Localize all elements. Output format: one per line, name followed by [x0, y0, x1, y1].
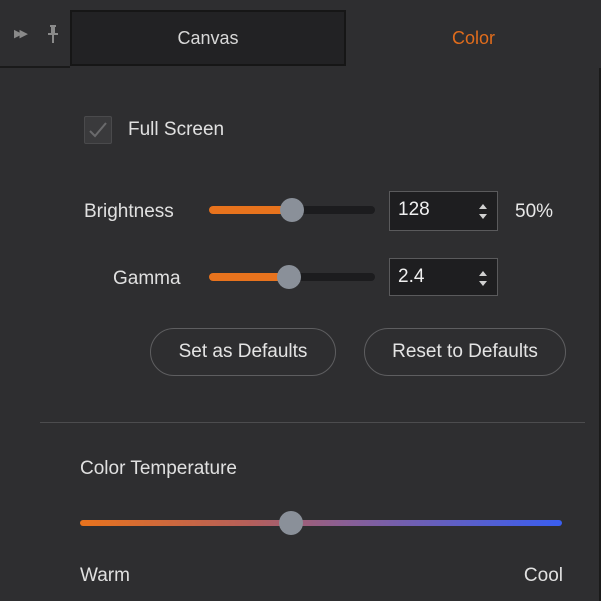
cool-label: Cool — [523, 565, 563, 586]
pin-icon[interactable] — [47, 24, 59, 44]
gamma-slider[interactable] — [209, 265, 375, 289]
color-temperature-slider-thumb[interactable] — [278, 511, 303, 535]
tab-color-label: Color — [451, 27, 495, 48]
section-divider — [40, 422, 585, 423]
brightness-value: 128 — [398, 199, 430, 220]
color-temperature-label: Color Temperature — [80, 458, 238, 479]
color-temperature-slider[interactable] — [80, 511, 562, 535]
set-as-defaults-label: Set as Defaults — [178, 341, 308, 362]
tab-canvas-label: Canvas — [177, 27, 239, 48]
set-as-defaults-button[interactable]: Set as Defaults — [150, 328, 336, 376]
tab-color[interactable]: Color — [346, 10, 601, 66]
color-settings-panel: ▶▶ Canvas Color Full Screen Brightness 1… — [0, 0, 601, 601]
gamma-value: 2.4 — [398, 266, 425, 287]
gamma-slider-thumb[interactable] — [276, 265, 301, 289]
tab-bar: ▶▶ Canvas Color — [0, 0, 601, 68]
tab-canvas[interactable]: Canvas — [70, 10, 346, 66]
reset-to-defaults-label: Reset to Defaults — [392, 341, 538, 362]
checkmark-icon — [89, 122, 107, 138]
gamma-label: Gamma — [113, 268, 181, 289]
full-screen-label: Full Screen — [128, 119, 225, 140]
warm-label: Warm — [80, 565, 130, 586]
expand-icon[interactable]: ▶▶ — [14, 28, 28, 40]
full-screen-checkbox[interactable] — [84, 116, 112, 144]
brightness-spinbox[interactable]: 128 — [389, 191, 498, 231]
brightness-label: Brightness — [84, 201, 174, 222]
brightness-slider-thumb[interactable] — [280, 198, 304, 222]
panel-controls: ▶▶ — [0, 0, 70, 68]
reset-to-defaults-button[interactable]: Reset to Defaults — [364, 328, 566, 376]
spin-arrows-icon[interactable] — [475, 200, 491, 224]
gamma-spinbox[interactable]: 2.4 — [389, 258, 498, 296]
spin-arrows-icon[interactable] — [475, 267, 491, 291]
brightness-slider[interactable] — [209, 198, 375, 222]
brightness-percent: 50% — [515, 201, 554, 222]
